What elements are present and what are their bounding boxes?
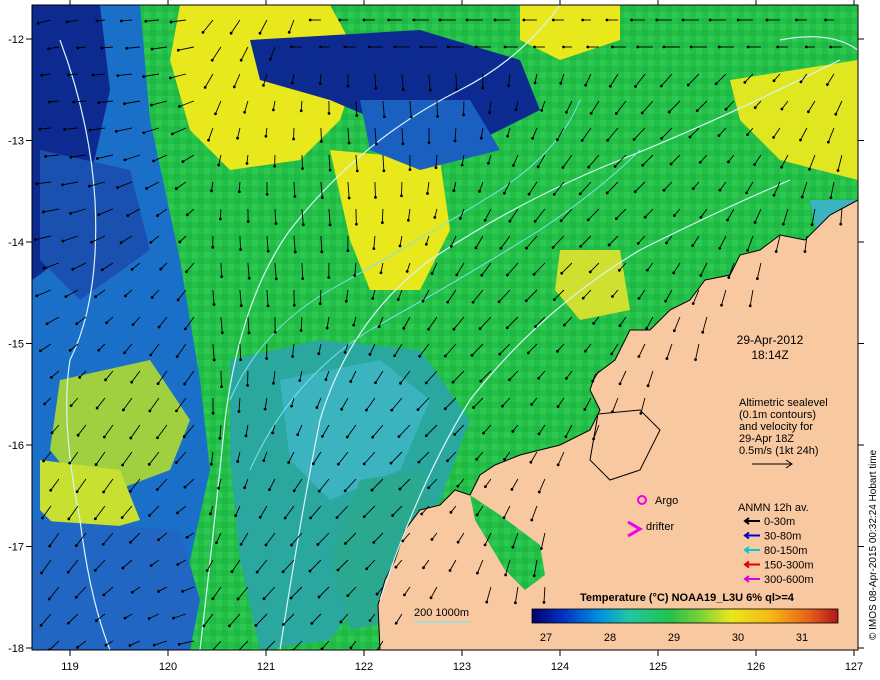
altimetry-line-3: and velocity for: [739, 421, 813, 433]
anmn-item-label: 30-80m: [764, 531, 801, 543]
lon-tick-label: 125: [649, 661, 667, 673]
colorbar-gradient: [531, 608, 839, 624]
lon-tick-label: 124: [551, 661, 569, 673]
sst-map: 119 120 121 122 123 124 125 126 127 -12 -13 -14 -15…: [8, 0, 879, 673]
colorbar-tick-label: 31: [796, 632, 808, 644]
bathymetry-label: 200 1000m: [414, 607, 469, 619]
altimetry-line-5: 0.5m/s (1kt 24h): [739, 445, 818, 457]
colorbar-tick-label: 30: [732, 632, 744, 644]
time-label: 18:14Z: [751, 348, 788, 362]
altimetry-line-4: 29-Apr 18Z: [739, 433, 794, 445]
lon-tick-label: 127: [845, 661, 863, 673]
lon-tick-label: 122: [355, 661, 373, 673]
lon-tick-label: 121: [257, 661, 275, 673]
lat-tick-label: -17: [8, 542, 24, 554]
lat-tick-label: -13: [8, 136, 24, 148]
lat-tick-label: -16: [8, 440, 24, 452]
anmn-item-label: 150-300m: [764, 560, 814, 572]
lon-tick-label: 120: [159, 661, 177, 673]
anmn-item-label: 0-30m: [764, 516, 795, 528]
argo-label: Argo: [655, 495, 678, 507]
anmn-item-label: 300-600m: [764, 574, 814, 586]
colorbar-tick-label: 27: [540, 632, 552, 644]
colorbar-tick-label: 28: [604, 632, 616, 644]
credit-label: © IMOS 08-Apr-2015 00:32:24 Hobart time: [868, 449, 879, 640]
lat-tick-label: -15: [8, 339, 24, 351]
anmn-title: ANMN 12h av.: [738, 502, 809, 514]
lon-tick-label: 123: [453, 661, 471, 673]
drifter-label: drifter: [646, 521, 674, 533]
anmn-item-label: 80-150m: [764, 545, 807, 557]
lat-tick-label: -18: [8, 643, 24, 655]
lon-tick-label: 126: [747, 661, 765, 673]
colorbar-tick-label: 29: [668, 632, 680, 644]
lat-tick-label: -14: [8, 237, 24, 249]
lat-tick-label: -12: [8, 34, 24, 46]
lon-tick-label: 119: [61, 661, 79, 673]
date-label: 29-Apr-2012: [737, 333, 804, 347]
altimetry-line-1: Altimetric sealevel: [739, 397, 828, 409]
colorbar-title: Temperature (°C) NOAA19_L3U 6% ql>=4: [580, 592, 795, 604]
altimetry-line-2: (0.1m contours): [739, 409, 816, 421]
